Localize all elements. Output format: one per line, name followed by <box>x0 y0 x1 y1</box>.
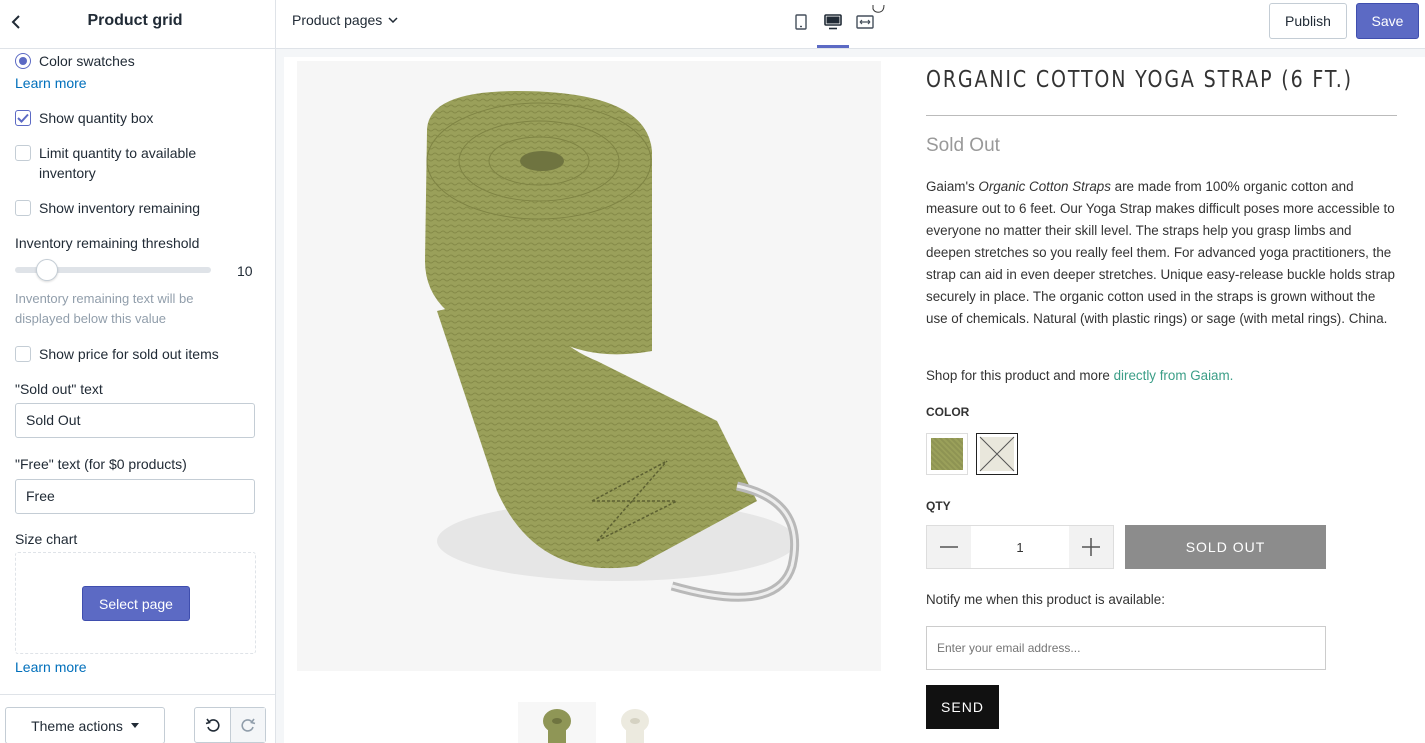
theme-actions-label: Theme actions <box>31 717 123 734</box>
sold-out-text-label: "Sold out" text <box>15 381 103 397</box>
product-description: Gaiam's Organic Cotton Straps are made f… <box>926 176 1397 330</box>
inventory-threshold-label: Inventory remaining threshold <box>15 235 200 251</box>
shop-more-line: Shop for this product and more directly … <box>926 368 1233 383</box>
show-quantity-box-option[interactable]: Show quantity box <box>15 108 153 128</box>
inventory-threshold-slider[interactable] <box>15 259 211 281</box>
desc-prefix: Gaiam's <box>926 179 979 194</box>
product-title: ORGANIC COTTON YOGA STRAP (6 FT.) <box>926 67 1353 93</box>
show-quantity-box-checkbox[interactable] <box>15 110 31 126</box>
show-price-sold-out-checkbox[interactable] <box>15 346 31 362</box>
size-chart-picker: Select page <box>15 552 256 654</box>
inventory-threshold-value: 10 <box>237 263 253 279</box>
theme-actions-button[interactable]: Theme actions <box>5 707 165 743</box>
availability-status: Sold Out <box>926 135 1000 156</box>
select-page-button[interactable]: Select page <box>82 586 190 621</box>
notify-label: Notify me when this product is available… <box>926 592 1165 607</box>
save-button[interactable]: Save <box>1356 3 1419 39</box>
publish-button[interactable]: Publish <box>1269 3 1347 39</box>
desc-body: are made from 100% organic cotton and me… <box>926 179 1395 326</box>
show-quantity-box-label: Show quantity box <box>39 110 154 126</box>
gaiam-link[interactable]: directly from Gaiam. <box>1114 368 1234 383</box>
sidebar-header: Product grid <box>0 0 275 49</box>
theme-editor: Product grid Color swatches Learn more S… <box>0 0 1425 743</box>
limit-quantity-checkbox[interactable] <box>15 145 31 161</box>
sold-out-text-field[interactable]: Sold Out <box>15 403 255 438</box>
inventory-help-line1: Inventory remaining text will be <box>15 291 194 306</box>
learn-more-link[interactable]: Learn more <box>15 73 87 93</box>
limit-quantity-option[interactable]: Limit quantity to available inventory <box>15 143 196 183</box>
sidebar-footer: Theme actions <box>0 694 275 743</box>
device-switcher <box>792 12 874 32</box>
color-swatches-radio[interactable] <box>15 53 31 69</box>
show-inventory-remaining-checkbox[interactable] <box>15 200 31 216</box>
limit-quantity-label-line1: Limit quantity to available <box>39 145 197 161</box>
title-divider <box>926 115 1397 116</box>
sidebar-title: Product grid <box>87 12 183 29</box>
size-chart-label: Size chart <box>15 531 78 547</box>
editor-topbar: Product pages Publish Save <box>276 0 1425 49</box>
caret-down-icon <box>130 723 139 728</box>
free-text-label: "Free" text (for $0 products) <box>15 456 187 472</box>
quantity-label: QTY <box>926 499 951 513</box>
limit-quantity-label-line2: inventory <box>39 165 96 181</box>
thumbnail-natural[interactable] <box>596 702 674 743</box>
undo-redo-group <box>194 707 266 743</box>
shop-more-text: Shop for this product and more <box>926 368 1114 383</box>
color-swatch-sage[interactable] <box>926 433 968 475</box>
product-main-image[interactable] <box>297 61 881 671</box>
page-type-selector[interactable]: Product pages <box>292 12 398 28</box>
unavailable-cross-icon <box>979 436 1015 472</box>
thumbnail-sage[interactable] <box>518 702 596 743</box>
show-price-sold-out-option[interactable]: Show price for sold out items <box>15 344 219 364</box>
color-swatch-natural[interactable] <box>976 433 1018 475</box>
sage-strap-thumbnail <box>543 709 571 743</box>
sage-swatch-fill <box>931 438 963 470</box>
learn-more-link-2[interactable]: Learn more <box>15 657 87 677</box>
undo-icon[interactable] <box>195 708 230 742</box>
plus-icon[interactable] <box>1069 526 1113 568</box>
hand-cursor-icon <box>870 0 886 18</box>
yoga-strap-image <box>425 91 800 602</box>
quantity-input[interactable]: 1 <box>971 526 1069 568</box>
color-swatches-label: Color swatches <box>39 53 135 69</box>
checkmark-icon <box>17 113 29 123</box>
mobile-view-icon[interactable] <box>792 12 810 32</box>
desktop-view-icon[interactable] <box>824 12 842 32</box>
show-inventory-remaining-option[interactable]: Show inventory remaining <box>15 198 200 218</box>
free-text-field[interactable]: Free <box>15 479 255 514</box>
minus-icon[interactable] <box>927 526 971 568</box>
settings-sidebar: Product grid Color swatches Learn more S… <box>0 0 276 743</box>
notify-email-input[interactable] <box>926 626 1326 670</box>
send-button[interactable]: SEND <box>926 685 999 729</box>
sold-out-button[interactable]: SOLD OUT <box>1125 525 1326 569</box>
natural-strap-thumbnail <box>621 709 649 743</box>
quantity-stepper: 1 <box>926 525 1114 569</box>
desc-product-name: Organic Cotton Straps <box>978 179 1111 194</box>
color-label: COLOR <box>926 405 970 419</box>
page-type-label: Product pages <box>292 12 383 28</box>
store-preview: ORGANIC COTTON YOGA STRAP (6 FT.) Sold O… <box>284 57 1425 743</box>
slider-thumb[interactable] <box>36 259 59 281</box>
active-device-indicator <box>817 45 849 48</box>
show-price-sold-out-label: Show price for sold out items <box>39 346 219 362</box>
chevron-down-icon <box>388 17 398 23</box>
redo-icon[interactable] <box>230 708 265 742</box>
inventory-help-line2: displayed below this value <box>15 311 167 326</box>
show-inventory-remaining-label: Show inventory remaining <box>39 200 201 216</box>
color-swatches-option[interactable]: Color swatches <box>15 51 135 71</box>
